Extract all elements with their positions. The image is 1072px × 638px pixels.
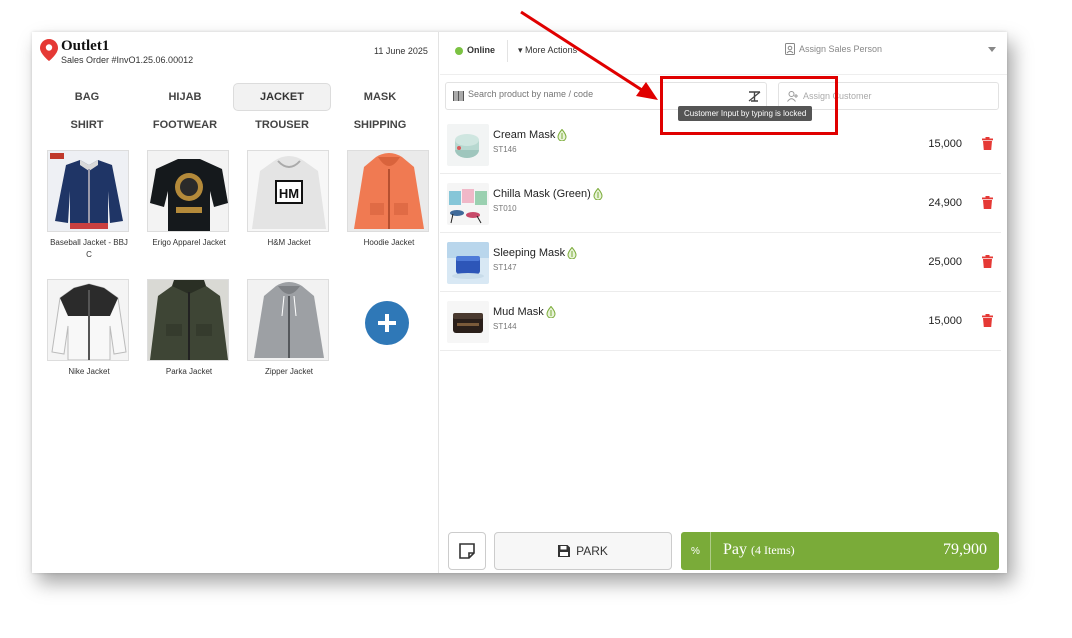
annotation-highlight-box (660, 76, 838, 135)
annotation-arrow (520, 10, 658, 100)
